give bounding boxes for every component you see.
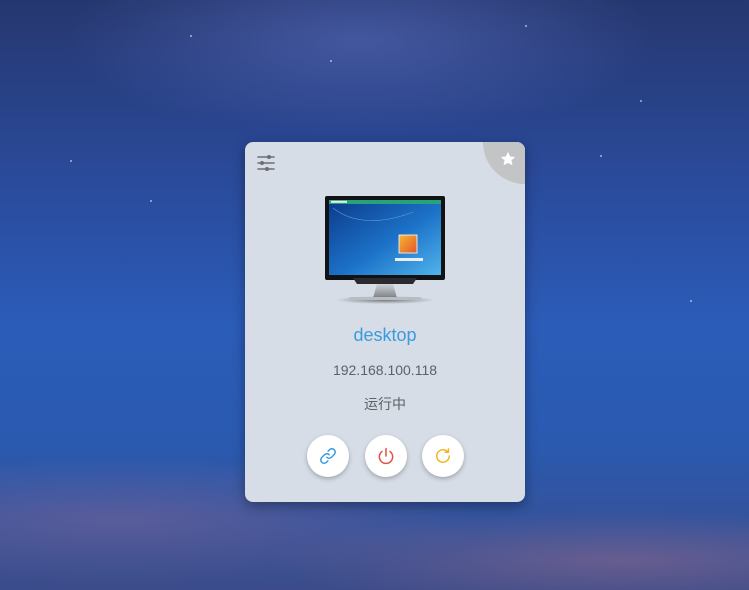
- monitor-icon: [325, 196, 445, 304]
- wallpaper-star: [525, 25, 527, 27]
- link-icon: [320, 448, 336, 464]
- connect-button[interactable]: [307, 435, 349, 477]
- desktop-card[interactable]: desktop 192.168.100.118 运行中: [245, 142, 525, 502]
- refresh-icon: [436, 448, 450, 463]
- sliders-icon: [257, 155, 275, 171]
- star-icon[interactable]: [499, 150, 517, 168]
- power-button[interactable]: [365, 435, 407, 477]
- desktop-status: 运行中: [364, 396, 406, 412]
- wallpaper-star: [640, 100, 642, 102]
- desktop-name: desktop: [353, 325, 417, 345]
- desktop-ip-address: 192.168.100.118: [332, 362, 438, 378]
- power-icon: [378, 447, 394, 465]
- wallpaper-star: [190, 35, 192, 37]
- wallpaper-star: [330, 60, 332, 62]
- wallpaper-star: [150, 200, 152, 202]
- wallpaper-star: [600, 155, 602, 157]
- restart-button[interactable]: [422, 435, 464, 477]
- wallpaper-star: [70, 160, 72, 162]
- wallpaper-star: [690, 300, 692, 302]
- settings-button[interactable]: [255, 152, 277, 174]
